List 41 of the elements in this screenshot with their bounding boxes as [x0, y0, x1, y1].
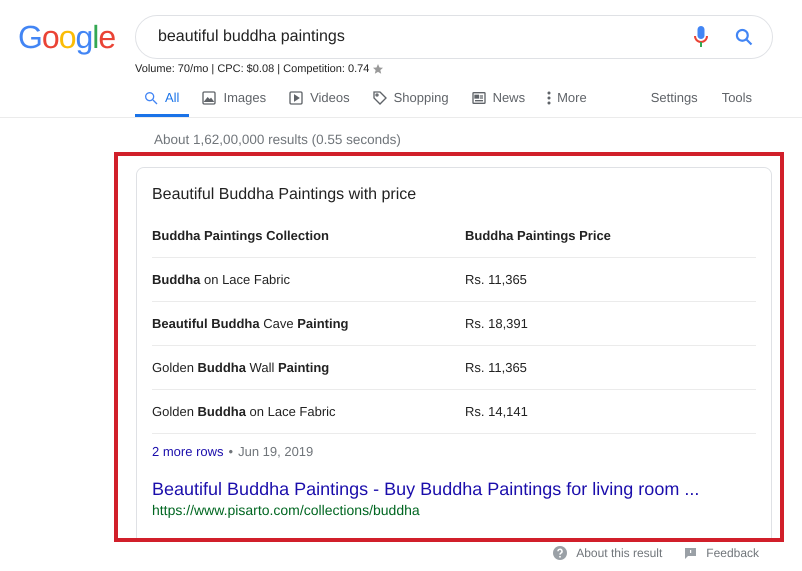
- more-icon: [547, 90, 552, 104]
- table-cell: Rs. 14,141: [465, 390, 756, 434]
- search-icon[interactable]: [734, 27, 754, 47]
- result-stats: About 1,62,00,000 results (0.55 seconds): [154, 132, 402, 147]
- help-icon: [553, 546, 568, 560]
- tool-link[interactable]: Settings: [650, 81, 698, 117]
- table-cell: Rs. 18,391: [465, 302, 756, 346]
- separator-dot: •: [228, 444, 234, 459]
- result-url: https://www.pisarto.com/collections/buddha: [152, 502, 421, 518]
- result-title-link[interactable]: Beautiful Buddha Paintings - Buy Buddha Paintings for living room ...: [152, 479, 700, 500]
- keyword-stats: Volume: 70/mo | CPC: $0.08 | Competition: 0.74: [135, 63, 370, 75]
- table-cell: Rs. 11,365: [465, 346, 756, 390]
- table-cell: Golden Buddha Wall Painting: [152, 346, 465, 390]
- search-icon: [143, 90, 159, 106]
- table-cell: Beautiful Buddha Cave Painting: [152, 302, 465, 346]
- table-cell: Rs. 11,365: [465, 258, 756, 302]
- table-cell: Golden Buddha on Lace Fabric: [152, 390, 465, 434]
- star-icon[interactable]: [372, 63, 384, 75]
- more-rows-link[interactable]: 2 more rows: [152, 444, 224, 459]
- column-header: Buddha Paintings Price: [465, 214, 756, 258]
- column-header: Buddha Paintings Collection: [152, 214, 465, 258]
- tag-icon: [372, 90, 388, 106]
- microphone-icon[interactable]: [694, 26, 708, 48]
- result-date: Jun 19, 2019: [238, 444, 314, 459]
- footer-link[interactable]: About this result: [553, 546, 662, 560]
- play-icon: [288, 90, 304, 106]
- tab[interactable]: More: [539, 81, 597, 117]
- image-icon: [201, 90, 218, 106]
- search-box[interactable]: beautiful buddha paintings: [135, 15, 773, 59]
- footer-link[interactable]: Feedback: [684, 546, 759, 560]
- table-cell: Buddha on Lace Fabric: [152, 258, 465, 302]
- flag-icon: [684, 546, 698, 560]
- tab[interactable]: Images: [193, 81, 276, 117]
- logo[interactable]: Google: [18, 19, 135, 56]
- tab[interactable]: News: [462, 81, 536, 117]
- tab[interactable]: Shopping: [364, 81, 459, 117]
- newspaper-icon: [470, 90, 487, 106]
- tool-link[interactable]: Tools: [722, 81, 752, 117]
- search-field[interactable]: beautiful buddha paintings: [156, 27, 694, 47]
- snippet-title: Beautiful Buddha Paintings with price: [152, 186, 418, 204]
- tab[interactable]: Videos: [280, 81, 360, 117]
